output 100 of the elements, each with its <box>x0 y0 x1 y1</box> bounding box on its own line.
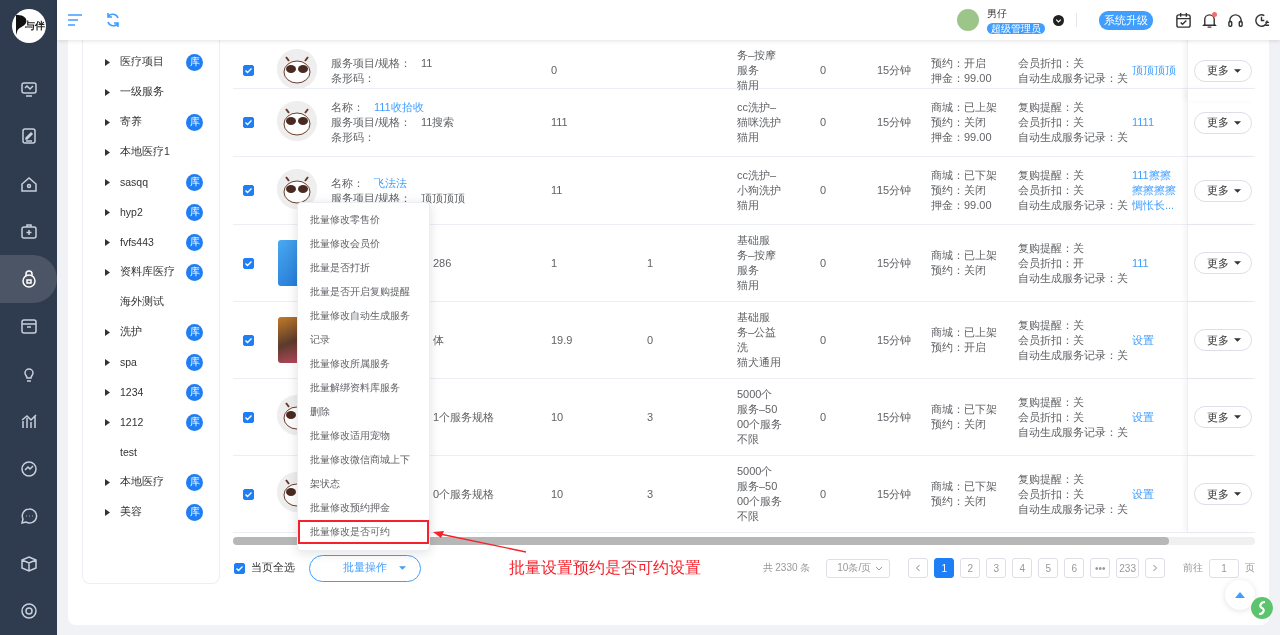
row-checkbox[interactable] <box>243 257 254 269</box>
more-button[interactable]: 更多 <box>1194 59 1252 82</box>
expand-caret-icon[interactable] <box>105 268 110 276</box>
tree-item[interactable]: sasqq 库 <box>83 167 219 197</box>
duration-cell: 15分钟 <box>877 116 912 128</box>
library-badge: 库 <box>186 53 203 71</box>
expand-caret-icon[interactable] <box>105 58 110 66</box>
menu-item[interactable]: 批量修改会员价 <box>298 232 429 256</box>
sidebar-item[interactable] <box>0 255 57 303</box>
row-checkbox[interactable] <box>243 185 254 196</box>
menu-item[interactable]: 批量修改微信商城上下架状态 <box>298 448 429 496</box>
expand-caret-icon[interactable] <box>105 358 110 366</box>
expand-caret-icon[interactable] <box>105 418 110 426</box>
menu-item[interactable]: 批量是否打折 <box>298 256 429 280</box>
row-checkbox[interactable] <box>243 488 254 500</box>
expand-caret-icon[interactable] <box>105 178 110 186</box>
table-cell: 0 <box>820 256 827 269</box>
check-icon <box>244 335 253 345</box>
tree-item[interactable]: 本地医疗1 <box>83 137 219 167</box>
menu-item[interactable]: 批量修改所属服务 <box>298 352 429 376</box>
menu-item[interactable]: 批量修改自动生成服务记录 <box>298 304 429 352</box>
chevron-down-icon <box>875 565 884 571</box>
expand-caret-icon[interactable] <box>105 148 110 156</box>
tree-item[interactable]: test <box>83 437 219 467</box>
setting-line: 自动生成服务记录：关 <box>1018 270 1128 286</box>
check-icon <box>244 258 253 268</box>
more-button[interactable]: 更多 <box>1194 111 1252 134</box>
tree-item[interactable]: 一级服务 <box>83 77 219 107</box>
setting-line: 会员折扣：关 <box>1018 183 1084 198</box>
category-line: 5000个 <box>737 387 773 402</box>
status-line: 押金：99.00 <box>931 198 992 213</box>
status-line: 预约：开启 <box>931 55 986 71</box>
info-line: 名称： 飞法法 <box>331 175 407 191</box>
clock-icon[interactable] <box>1253 11 1270 29</box>
more-button[interactable]: 更多 <box>1194 483 1252 505</box>
tree-item[interactable]: 1212 库 <box>83 407 219 437</box>
expand-caret-icon[interactable] <box>105 328 110 336</box>
menu-item[interactable]: 批量修改是否可约 <box>298 520 429 544</box>
menu-item[interactable]: 批量修改适用宠物 <box>298 424 429 448</box>
headset-icon[interactable] <box>1227 11 1244 29</box>
menu-item[interactable]: 批量修改预约押金 <box>298 496 429 520</box>
setting-line: 会员折扣：关 <box>1018 115 1084 130</box>
tree-item-label: 本地医疗1 <box>120 145 171 159</box>
status-line: 商城：已下架 <box>931 168 997 183</box>
menu-item[interactable]: 批量解绑资料库服务 <box>298 376 429 400</box>
menu-item[interactable]: 批量修改零售价 <box>298 208 429 232</box>
more-button[interactable]: 更多 <box>1194 252 1252 274</box>
select-all-label: 当页全选 <box>251 561 295 575</box>
row-checkbox[interactable] <box>243 117 254 128</box>
tree-item[interactable]: 资料库医疗 库 <box>83 257 219 287</box>
expand-caret-icon[interactable] <box>105 238 110 246</box>
tree-item[interactable]: 美容 库 <box>83 497 219 527</box>
tree-item[interactable]: 寄养 库 <box>83 107 219 137</box>
table-cell: 286 <box>433 256 452 269</box>
status-line: 预约：开启 <box>931 340 986 355</box>
menu-item[interactable]: 批量是否开启复购提醒 <box>298 280 429 304</box>
dropdown-icon[interactable] <box>1053 14 1064 26</box>
calendar-icon[interactable] <box>1175 11 1192 29</box>
tree-item[interactable]: 海外测试 <box>83 287 219 317</box>
category-line: 猫犬通用 <box>737 355 781 370</box>
category-line: cc洗护– <box>737 168 777 183</box>
row-checkbox[interactable] <box>243 334 254 346</box>
status-line: 押金：99.00 <box>931 130 992 145</box>
library-badge: 库 <box>186 503 203 521</box>
tree-item[interactable]: 医疗项目 库 <box>83 47 219 77</box>
tree-item-label: 美容 <box>120 505 143 519</box>
library-badge: 库 <box>186 473 203 491</box>
bell-icon[interactable] <box>1201 11 1218 29</box>
caret-icon <box>398 566 406 570</box>
tree-item[interactable]: 洗护 库 <box>83 317 219 347</box>
gear-icon <box>18 601 39 622</box>
table-cell: 3 <box>647 487 654 500</box>
expand-caret-icon[interactable] <box>105 208 110 216</box>
tree-item-label: 医疗项目 <box>120 55 165 69</box>
row-checkbox[interactable] <box>243 411 254 423</box>
page-button[interactable]: 1 <box>934 558 955 578</box>
expand-caret-icon[interactable] <box>105 478 110 486</box>
tree-item[interactable]: spa 库 <box>83 347 219 377</box>
expand-caret-icon[interactable] <box>105 508 110 516</box>
setting-line: 自动生成服务记录：关 <box>1018 347 1128 363</box>
tree-item[interactable]: 本地医疗 库 <box>83 467 219 497</box>
trend-icon <box>18 458 39 479</box>
library-badge: 库 <box>186 383 203 401</box>
menu-item[interactable]: 删除 <box>298 400 429 424</box>
expand-caret-icon[interactable] <box>105 118 110 126</box>
expand-caret-icon[interactable] <box>105 388 110 396</box>
refresh-icon[interactable] <box>105 12 121 28</box>
setting-line: 复购提醒：关 <box>1018 168 1084 183</box>
horizontal-scrollbar[interactable] <box>233 537 1255 545</box>
chevron-left-icon <box>914 564 923 572</box>
tree-item[interactable]: fvfs443 库 <box>83 227 219 257</box>
more-button[interactable]: 更多 <box>1194 329 1252 351</box>
select-all-checkbox[interactable] <box>234 562 245 574</box>
expand-caret-icon[interactable] <box>105 88 110 96</box>
tree-item[interactable]: hyp2 库 <box>83 197 219 227</box>
more-button[interactable]: 更多 <box>1194 179 1252 202</box>
row-checkbox[interactable] <box>243 65 254 76</box>
more-button[interactable]: 更多 <box>1194 406 1252 428</box>
library-badge: 库 <box>186 173 203 191</box>
tree-item[interactable]: 1234 库 <box>83 377 219 407</box>
